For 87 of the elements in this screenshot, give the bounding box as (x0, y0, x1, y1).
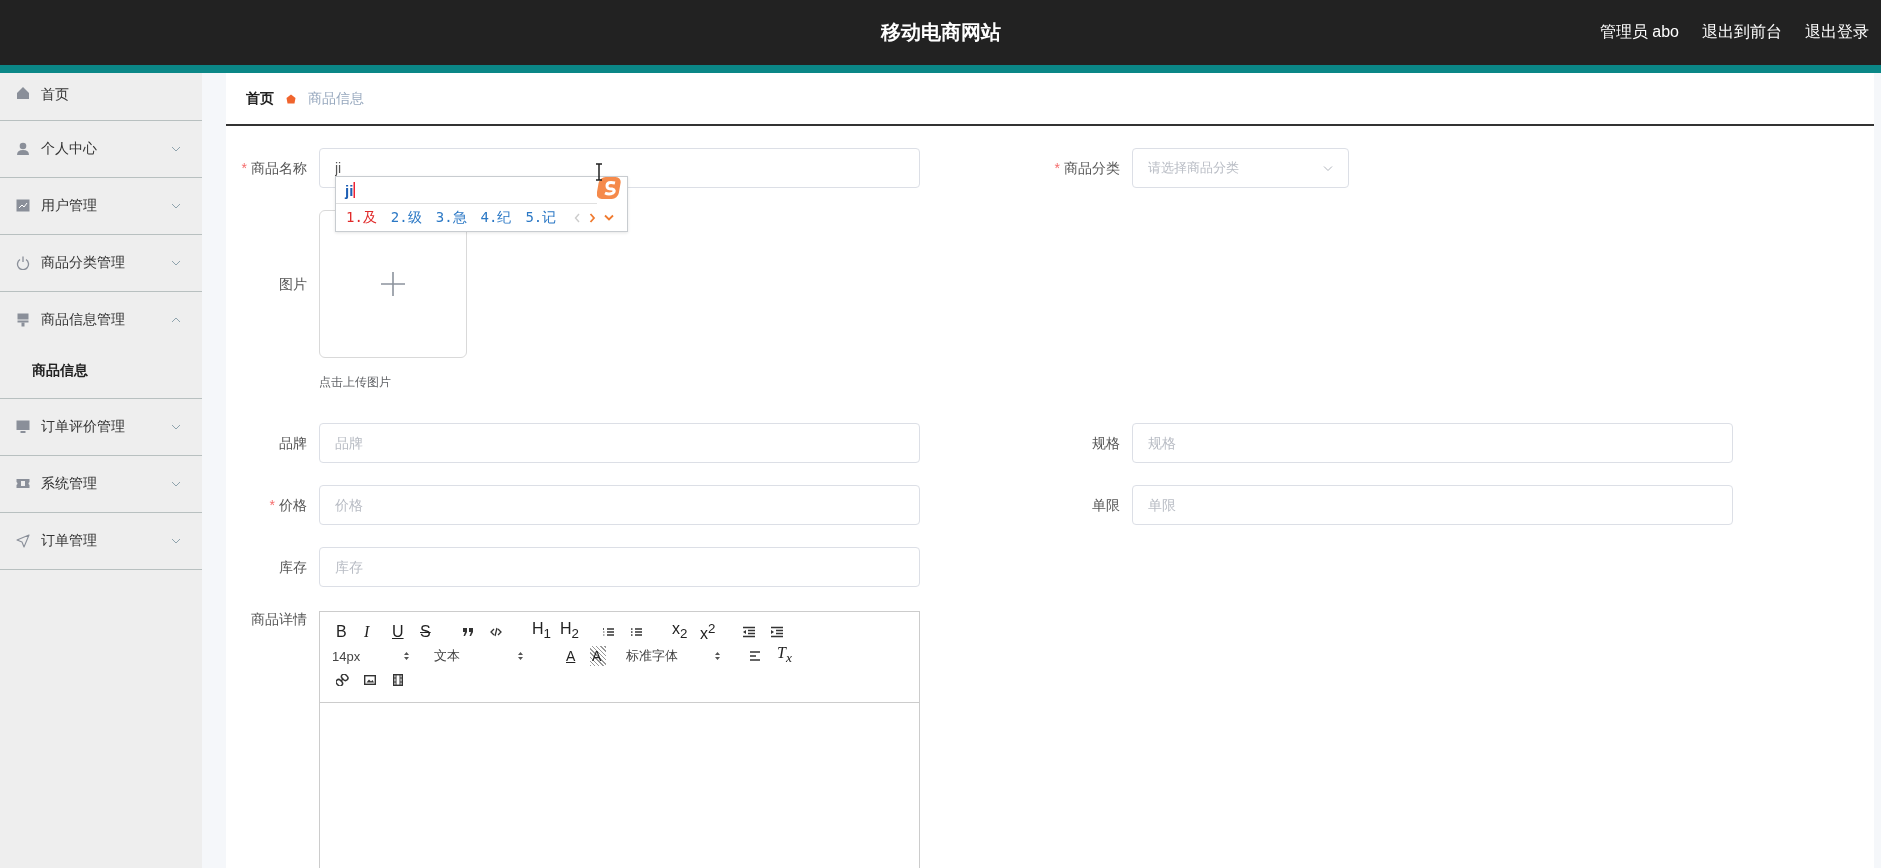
format-button[interactable]: H$_{1}$ (528, 619, 556, 645)
ime-candidate[interactable]: 3.急 (435, 209, 467, 227)
header-link[interactable]: 退出登录 (1805, 22, 1869, 43)
link-icon[interactable] (336, 674, 349, 686)
format-button[interactable]: I (360, 622, 388, 642)
person-icon (16, 142, 30, 156)
text-cursor-icon (594, 163, 604, 181)
ticket-icon (16, 477, 30, 491)
send-icon (16, 534, 30, 548)
dropdown[interactable]: 文本 (434, 647, 524, 665)
format-button[interactable]: x$_{2}$ (668, 619, 696, 645)
format-button[interactable]: S (416, 622, 444, 642)
chevron-icon (171, 316, 181, 324)
previous-icon (574, 213, 582, 223)
required-asterisk: * (269, 497, 275, 513)
caret-icon (353, 182, 357, 198)
text-input[interactable]: 单限 (1132, 485, 1733, 525)
expand-icon (604, 214, 615, 222)
chevron-icon (171, 537, 181, 545)
format-button[interactable]: H$_{2}$ (556, 619, 584, 645)
bullet-list-icon[interactable] (630, 626, 643, 638)
field-label: 价格 (279, 497, 307, 513)
upload-hint: 点击上传图片 (319, 374, 392, 391)
indent-icon[interactable] (770, 626, 783, 638)
dropdown[interactable]: 14px (332, 648, 410, 664)
chart-icon (16, 199, 30, 213)
chevron-icon (171, 202, 181, 210)
header-link[interactable]: 退出到前台 (1702, 22, 1782, 43)
dropdown[interactable]: 标准字体 (626, 647, 721, 665)
monitor-icon (16, 420, 30, 434)
field-label: 图片 (279, 276, 307, 292)
sort-arrows-icon (714, 651, 721, 661)
field-label: 规格 (1092, 435, 1120, 451)
text-input[interactable]: 品牌 (319, 423, 920, 463)
sort-arrows-icon (517, 651, 524, 661)
text-input[interactable]: 价格 (319, 485, 920, 525)
format-button[interactable]: A (590, 646, 606, 666)
breadcrumb-link[interactable]: 首页 (246, 89, 274, 108)
admin-user-label: 管理员 abo (1599, 22, 1679, 42)
sidebar-item[interactable]: 首页 (0, 73, 202, 120)
sidebar-item[interactable]: 个人中心 (0, 121, 202, 177)
quote-icon[interactable] (462, 626, 475, 638)
align-icon[interactable] (749, 650, 762, 662)
sidebar-item[interactable]: 商品分类管理 (0, 235, 202, 291)
site-title: 移动电商网站 (880, 20, 1001, 45)
sort-arrows-icon (403, 651, 410, 661)
outdent-icon[interactable] (742, 626, 755, 638)
field-label: 商品名称 (251, 160, 307, 176)
ime-candidate[interactable]: 5.记 (525, 209, 557, 227)
format-button[interactable]: x$^{2}$ (696, 619, 724, 645)
required-asterisk: * (1054, 160, 1060, 176)
ime-candidate[interactable]: 1.及 (346, 209, 377, 227)
film-icon[interactable] (392, 674, 405, 686)
next-icon (589, 213, 597, 223)
ime-candidate[interactable]: 4.纪 (480, 209, 512, 227)
home-icon (16, 86, 30, 100)
ime-candidate[interactable]: 2.级 (390, 209, 422, 227)
format-button[interactable]: B (332, 622, 360, 642)
field-label: 商品详情 (251, 611, 307, 627)
format-button[interactable]: A (562, 646, 590, 666)
chevron-icon (1323, 164, 1333, 172)
code-icon[interactable] (490, 626, 503, 638)
field-label: 商品分类 (1064, 160, 1120, 176)
text-input[interactable]: 库存 (319, 547, 920, 587)
chevron-icon (171, 259, 181, 267)
chevron-icon (171, 145, 181, 153)
separator-icon (286, 93, 296, 104)
sidebar-item[interactable]: 商品信息管理 (0, 292, 202, 348)
format-button[interactable]: U (388, 622, 416, 642)
sidebar-item[interactable]: 订单管理 (0, 513, 202, 569)
chevron-icon (171, 480, 181, 488)
field-label: 库存 (279, 559, 307, 575)
image-icon[interactable] (364, 674, 377, 686)
field-label: 单限 (1092, 497, 1120, 513)
format-button[interactable]: T$_{x}$ (773, 643, 801, 669)
sidebar-item[interactable]: 订单评价管理 (0, 399, 202, 455)
sidebar-item[interactable]: 系统管理 (0, 456, 202, 512)
sidebar-item[interactable]: 用户管理 (0, 178, 202, 234)
numbered-list-icon[interactable] (602, 626, 615, 638)
text-input[interactable]: 规格 (1132, 423, 1733, 463)
plus-icon (381, 272, 405, 296)
power-icon (16, 256, 30, 270)
brush-icon (16, 313, 30, 327)
chevron-icon (171, 423, 181, 431)
required-asterisk: * (241, 160, 247, 176)
submenu-item[interactable]: 商品信息 (0, 348, 202, 398)
field-label: 品牌 (279, 435, 307, 451)
